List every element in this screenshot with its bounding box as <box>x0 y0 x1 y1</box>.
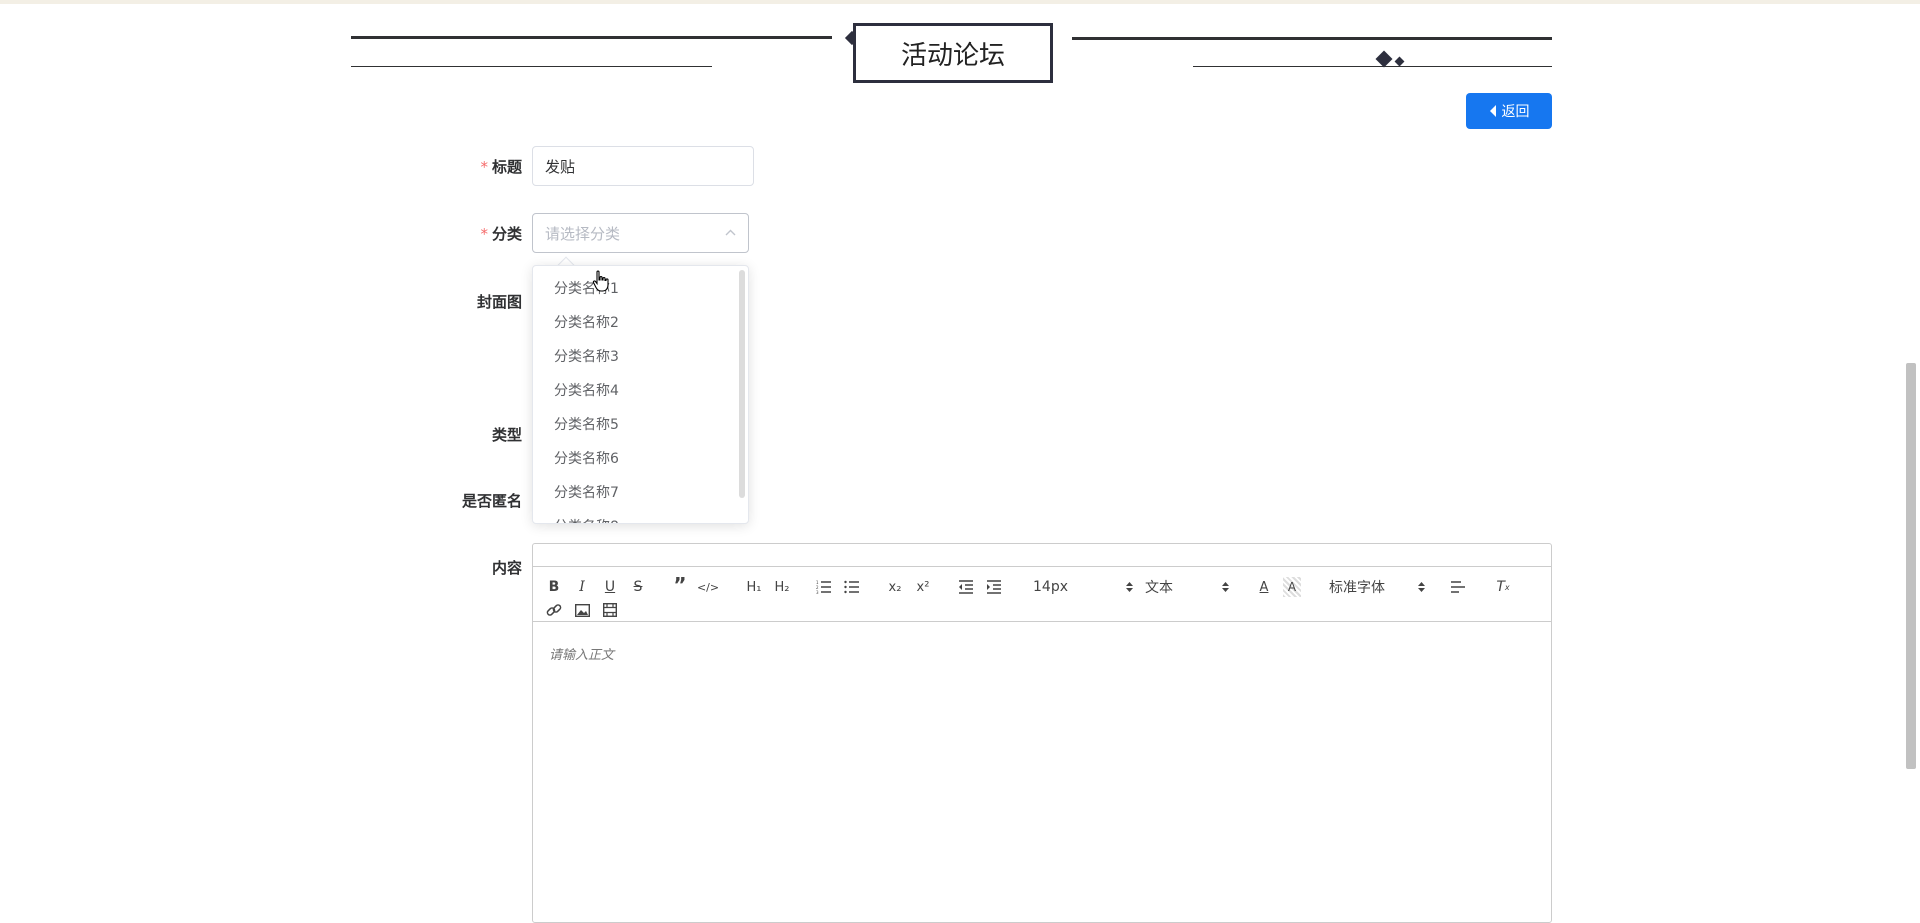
header-line-left-top <box>351 36 832 39</box>
blockquote-icon[interactable]: ” <box>671 573 689 597</box>
align-icon[interactable] <box>1449 577 1467 597</box>
dropdown-scrollbar[interactable] <box>739 270 745 498</box>
cover-label: 封面图 <box>476 293 522 311</box>
sort-arrows-icon <box>1418 582 1425 592</box>
required-mark: * <box>480 225 488 243</box>
category-option[interactable]: 分类名称1 <box>533 272 748 306</box>
chevron-up-icon <box>725 229 736 236</box>
category-option-list: 分类名称1 分类名称2 分类名称3 分类名称4 分类名称5 分类名称6 分类名称… <box>533 272 748 523</box>
text-style-select[interactable]: 文本 <box>1145 577 1229 597</box>
strikethrough-icon[interactable]: S <box>629 577 647 597</box>
page-header: 活动论坛 <box>351 22 1552 84</box>
superscript-icon[interactable]: x² <box>913 577 933 597</box>
code-block-icon[interactable]: </> <box>697 577 719 597</box>
svg-text:3: 3 <box>816 590 819 594</box>
back-button-label: 返回 <box>1501 104 1530 120</box>
page-scrollbar[interactable] <box>1906 363 1916 769</box>
category-label: * 分类 <box>480 225 522 243</box>
font-size-select[interactable]: 14px <box>1033 577 1133 597</box>
editor-toolbar: B I U S ” </> H₁ H₂ 123 x₂ x² 14px 文本 A … <box>533 566 1551 622</box>
video-icon[interactable] <box>601 600 619 620</box>
title-input[interactable]: 发贴 <box>532 146 754 186</box>
category-option[interactable]: 分类名称8 <box>533 510 748 523</box>
category-option[interactable]: 分类名称4 <box>533 374 748 408</box>
header-diamond-small <box>1394 56 1405 67</box>
sort-arrows-icon <box>1126 582 1133 592</box>
header-line-right-top <box>1072 37 1552 40</box>
header-diamond-large <box>1375 50 1393 68</box>
ordered-list-icon[interactable]: 123 <box>815 577 833 597</box>
category-dropdown: 分类名称1 分类名称2 分类名称3 分类名称4 分类名称5 分类名称6 分类名称… <box>532 265 749 524</box>
bold-icon[interactable]: B <box>545 577 563 597</box>
anonymous-label: 是否匿名 <box>461 492 522 510</box>
header-line-right-bottom <box>1193 66 1552 67</box>
title-label: * 标题 <box>480 158 522 176</box>
italic-icon[interactable]: I <box>573 577 591 597</box>
back-button[interactable]: 返回 <box>1466 93 1552 129</box>
sort-arrows-icon <box>1222 582 1229 592</box>
category-select[interactable]: 请选择分类 <box>532 213 749 253</box>
image-icon[interactable] <box>573 600 591 620</box>
required-mark: * <box>480 158 488 176</box>
category-option[interactable]: 分类名称6 <box>533 442 748 476</box>
top-border <box>0 0 1920 4</box>
category-option[interactable]: 分类名称5 <box>533 408 748 442</box>
header-line-left-bottom <box>351 66 712 67</box>
heading1-icon[interactable]: H₁ <box>743 577 765 597</box>
category-option[interactable]: 分类名称2 <box>533 306 748 340</box>
link-icon[interactable] <box>545 600 563 620</box>
subscript-icon[interactable]: x₂ <box>885 577 905 597</box>
underline-icon[interactable]: U <box>601 577 619 597</box>
outdent-icon[interactable] <box>957 577 975 597</box>
category-option[interactable]: 分类名称3 <box>533 340 748 374</box>
bullet-list-icon[interactable] <box>843 577 861 597</box>
rich-text-editor[interactable]: B I U S ” </> H₁ H₂ 123 x₂ x² 14px 文本 A … <box>532 543 1552 923</box>
editor-placeholder: 请输入正文 <box>549 648 615 663</box>
category-option[interactable]: 分类名称7 <box>533 476 748 510</box>
page-title: 活动论坛 <box>853 23 1053 83</box>
clear-format-icon[interactable]: Tx <box>1493 577 1513 597</box>
hand-cursor-icon <box>592 270 609 292</box>
type-label: 类型 <box>491 426 522 444</box>
indent-icon[interactable] <box>985 577 1003 597</box>
background-color-icon[interactable]: A <box>1283 577 1301 597</box>
font-color-icon[interactable]: A <box>1255 577 1273 597</box>
font-family-select[interactable]: 标准字体 <box>1329 577 1425 597</box>
heading2-icon[interactable]: H₂ <box>771 577 793 597</box>
content-label: 内容 <box>491 559 522 577</box>
caret-left-icon <box>1489 105 1496 117</box>
